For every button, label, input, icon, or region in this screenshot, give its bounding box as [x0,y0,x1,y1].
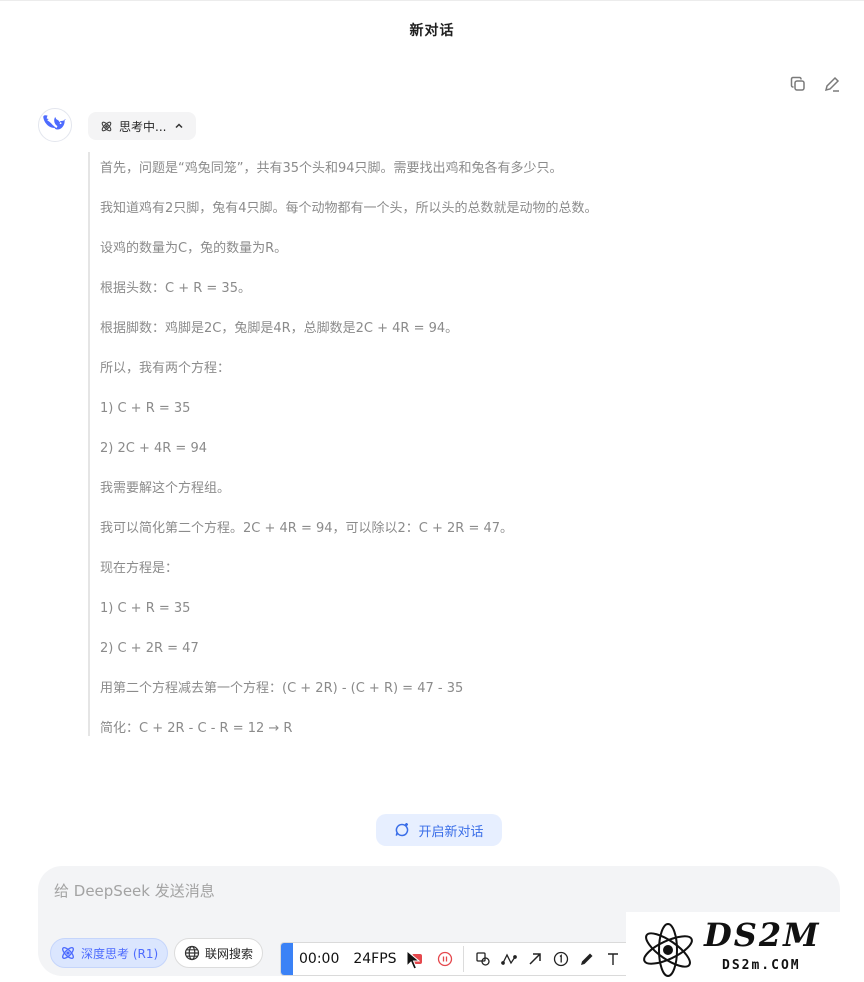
pen-tool[interactable] [578,950,596,968]
watermark-brand: DS2M [704,916,821,954]
thinking-line: 1) C + R = 35 [100,601,191,616]
thinking-toggle-label: 思考中... [119,119,167,134]
thinking-line: 2) 2C + 4R = 94 [100,441,207,456]
thinking-line: 根据头数：C + R = 35。 [100,281,251,296]
number-tool[interactable] [552,950,570,968]
edit-button[interactable] [822,74,842,94]
atom-icon [101,121,112,131]
path-icon [500,953,517,965]
message-actions [788,74,842,94]
arrow-tool[interactable] [526,950,544,968]
deep-think-toggle[interactable]: 深度思考 (R1) [50,938,169,968]
recorder-fps: 24FPS [353,951,397,967]
thinking-line: 1) C + R = 35 [100,401,191,416]
thinking-line: 我可以简化第二个方程。2C + 4R = 94，可以除以2：C + 2R = 4… [100,521,514,536]
edit-icon [824,76,840,92]
thinking-toggle[interactable]: 思考中... [88,112,197,140]
thinking-line: 我需要解这个方程组。 [100,481,231,496]
new-chat-button[interactable]: 开启新对话 [376,814,502,846]
shape-tool[interactable] [474,950,492,968]
atom-logo-icon [643,923,693,977]
page-title: 新对话 [409,23,455,39]
globe-icon [184,945,200,961]
thinking-line: 现在方程是： [100,561,179,576]
recorder-time: 00:00 [299,951,340,967]
pause-icon[interactable] [437,951,453,967]
screen-recorder-toolbar: 00:00 24FPS [280,942,640,976]
new-chat-icon [396,823,409,837]
text-tool[interactable] [604,950,622,968]
recorder-separator [462,946,464,972]
path-tool[interactable] [500,950,518,968]
top-divider [0,0,864,1]
web-search-label: 联网搜索 [205,946,254,961]
new-chat-label: 开启新对话 [418,824,484,840]
recorder-drag-handle[interactable] [281,943,293,975]
assistant-avatar [38,108,72,142]
watermark: DS2M DS2m.COM [626,912,864,982]
numbered-circle-icon [553,951,568,967]
thinking-line: 2) C + 2R = 47 [100,641,199,656]
shapes-icon [475,952,490,966]
thinking-line: 所以，我有两个方程： [100,361,231,376]
copy-button[interactable] [788,74,808,94]
pen-icon [580,953,593,965]
thinking-line: 简化：C + 2R - C - R = 12 → R [100,721,293,736]
copy-icon [790,76,805,91]
deepseek-whale-icon [43,115,66,130]
thinking-line: 用第二个方程减去第一个方程：(C + 2R) - (C + R) = 47 - … [100,681,464,696]
thinking-content: 首先，问题是“鸡兔同笼”，共有35个头和94只脚。需要找出鸡和兔各有多少只。 我… [88,152,788,736]
deep-think-label: 深度思考 (R1) [81,946,159,961]
text-icon [607,953,618,965]
message-input[interactable]: 给 DeepSeek 发送消息 [54,880,215,901]
watermark-domain: DS2m.COM [722,958,801,973]
mouse-cursor-icon [406,950,420,970]
web-search-toggle[interactable]: 联网搜索 [174,938,264,968]
atom-icon [62,947,74,959]
arrow-icon [529,953,541,965]
thinking-line: 首先，问题是“鸡兔同笼”，共有35个头和94只脚。需要找出鸡和兔各有多少只。 [100,161,563,176]
thinking-line: 设鸡的数量为C，兔的数量为R。 [100,241,288,256]
thinking-line: 根据脚数：鸡脚是2C，兔脚是4R，总脚数是2C + 4R = 94。 [100,321,459,336]
chevron-up-icon [175,123,183,129]
thinking-line: 我知道鸡有2只脚，兔有4只脚。每个动物都有一个头，所以头的总数就是动物的总数。 [100,201,598,216]
